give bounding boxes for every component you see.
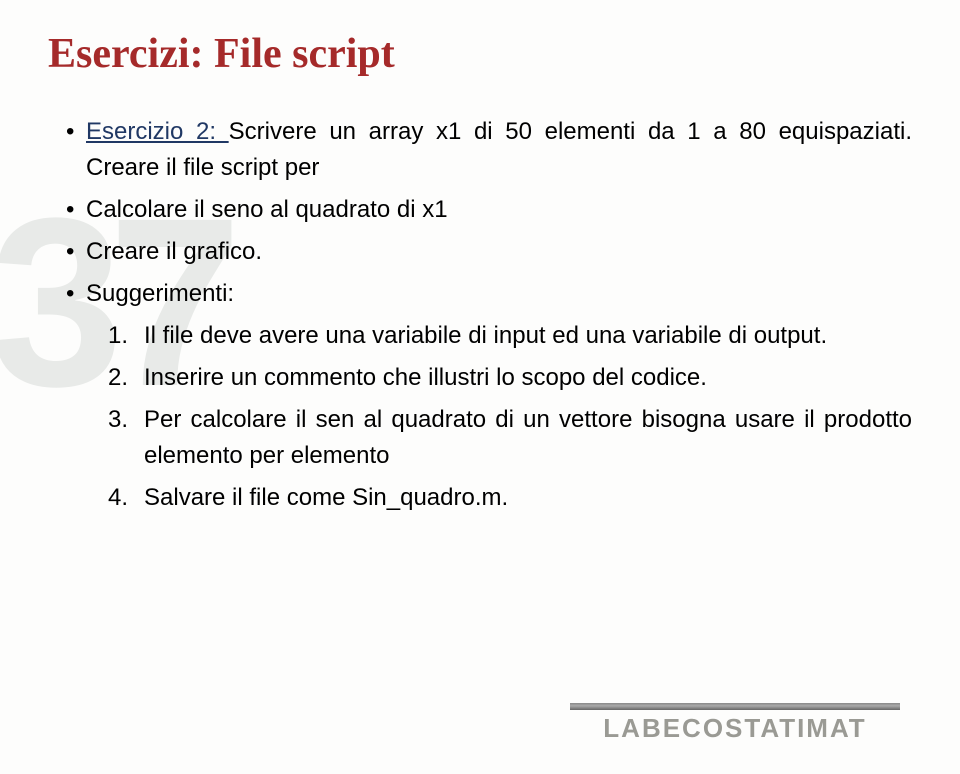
- footer-logo: LABECOSTATIMAT: [570, 703, 900, 744]
- logo-text: LABECOSTATIMAT: [570, 713, 900, 744]
- num-item-1: 1. Il file deve avere una variabile di i…: [108, 318, 912, 354]
- num-item-4: 4. Salvare il file come Sin_quadro.m.: [108, 480, 912, 516]
- bullet-suggest: Suggerimenti:: [66, 276, 912, 312]
- body-content: Esercizio 2: Scrivere un array x1 di 50 …: [48, 114, 912, 516]
- logo-bar: [570, 703, 900, 710]
- bullet-exercise: Esercizio 2: Scrivere un array x1 di 50 …: [66, 114, 912, 186]
- num-text-4: Salvare il file come Sin_quadro.m.: [144, 484, 508, 511]
- num-label-4: 4.: [108, 480, 128, 516]
- num-label-2: 2.: [108, 360, 128, 396]
- exercise-label: Esercizio 2:: [86, 118, 229, 145]
- num-text-1: Il file deve avere una variabile di inpu…: [144, 322, 827, 349]
- numbered-list: 1. Il file deve avere una variabile di i…: [48, 318, 912, 516]
- slide-content: Esercizi: File script Esercizio 2: Scriv…: [0, 0, 960, 516]
- bullet-graph: Creare il grafico.: [66, 234, 912, 270]
- num-item-3: 3. Per calcolare il sen al quadrato di u…: [108, 402, 912, 474]
- num-label-3: 3.: [108, 402, 128, 438]
- num-item-2: 2. Inserire un commento che illustri lo …: [108, 360, 912, 396]
- bullet-calc: Calcolare il seno al quadrato di x1: [66, 192, 912, 228]
- num-label-1: 1.: [108, 318, 128, 354]
- slide-title: Esercizi: File script: [48, 30, 912, 78]
- num-text-2: Inserire un commento che illustri lo sco…: [144, 364, 707, 391]
- bullet-list: Esercizio 2: Scrivere un array x1 di 50 …: [48, 114, 912, 312]
- num-text-3: Per calcolare il sen al quadrato di un v…: [144, 406, 912, 469]
